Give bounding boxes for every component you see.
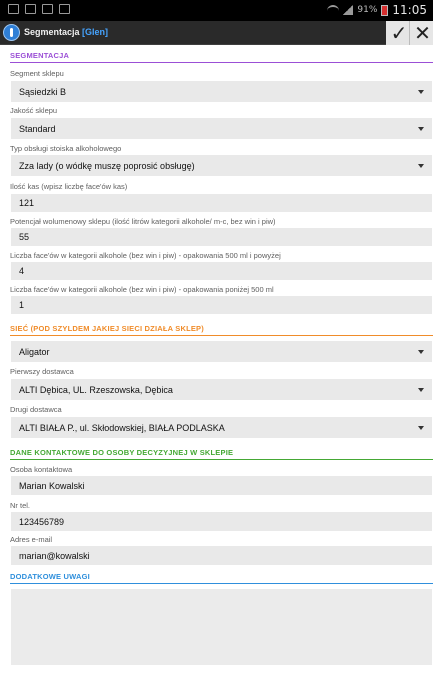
email-input[interactable]: marian@kowalski <box>11 546 432 565</box>
app-logo-icon[interactable] <box>3 24 20 41</box>
quality-value: Standard <box>19 123 56 134</box>
supplier1-value: ALTI Dębica, UL. Rzeszowska, Dębica <box>19 384 173 395</box>
supplier2-value: ALTI BIAŁA P., ul. Skłodowskiej, BIAŁA P… <box>19 422 225 433</box>
cancel-button[interactable]: ✕ <box>409 21 433 45</box>
segment-select[interactable]: Sąsiedzki B <box>11 81 432 102</box>
segment-value: Sąsiedzki B <box>19 86 67 97</box>
dropdown-caret-icon <box>418 164 424 168</box>
volume-potential-label: Potencjał wolumenowy sklepu (ilość litró… <box>10 217 276 226</box>
action-bar: Segmentacja [Glen] ✓ ✕ <box>0 21 433 45</box>
usb-icon <box>8 4 19 14</box>
contact-person-value: Marian Kowalski <box>19 480 85 491</box>
signal-icon <box>343 5 354 15</box>
app-notification-icon <box>59 4 70 14</box>
section-segmentation-divider <box>10 62 433 63</box>
dropdown-caret-icon <box>418 426 424 430</box>
faces-small-label: Liczba face'ów w kategorii alkohole (bez… <box>10 285 274 294</box>
faces-small-value: 1 <box>19 300 25 310</box>
supplier2-label: Drugi dostawca <box>10 405 62 414</box>
alcohol-service-label: Typ obsługi stoiska alkoholowego <box>10 144 122 153</box>
alcohol-service-value: Zza lady (o wódkę muszę poprosić obsługę… <box>19 160 195 171</box>
network-select[interactable]: Aligator <box>11 341 432 362</box>
quality-label: Jakość sklepu <box>10 106 58 115</box>
faces-large-input[interactable]: 4 <box>11 262 432 280</box>
screenshot-icon <box>42 4 53 14</box>
screen-title: Segmentacja [Glen] <box>24 27 108 37</box>
email-label: Adres e-mail <box>10 535 53 544</box>
alcohol-service-select[interactable]: Zza lady (o wódkę muszę poprosić obsługę… <box>11 155 432 176</box>
image-icon <box>25 4 36 14</box>
wifi-icon <box>327 5 340 15</box>
battery-icon <box>381 4 389 16</box>
network-value: Aligator <box>19 346 50 357</box>
close-icon: ✕ <box>414 21 431 45</box>
section-notes-divider <box>10 583 433 584</box>
battery-percent: 91% <box>357 5 378 15</box>
status-bar: 91% 11:05 <box>0 0 433 21</box>
faces-large-label: Liczba face'ów w kategorii alkohole (bez… <box>10 251 281 260</box>
checkouts-input[interactable]: 121 <box>11 194 432 212</box>
email-value: marian@kowalski <box>19 550 90 561</box>
faces-small-input[interactable]: 1 <box>11 296 432 314</box>
quality-select[interactable]: Standard <box>11 118 432 139</box>
notes-textarea[interactable] <box>11 589 432 665</box>
section-network-header: SIEĆ (POD SZYLDEM JAKIEJ SIECI DZIAŁA SK… <box>10 324 204 333</box>
supplier1-label: Pierwszy dostawca <box>10 367 74 376</box>
volume-potential-input[interactable]: 55 <box>11 228 432 246</box>
phone-label: Nr tel. <box>10 501 31 510</box>
check-icon: ✓ <box>390 21 408 45</box>
faces-large-value: 4 <box>19 266 25 276</box>
volume-potential-value: 55 <box>19 232 30 242</box>
user-tag: [Glen] <box>82 27 109 37</box>
contact-person-label: Osoba kontaktowa <box>10 465 73 474</box>
section-network-divider <box>10 335 433 336</box>
segment-label: Segment sklepu <box>10 69 64 78</box>
supplier1-select[interactable]: ALTI Dębica, UL. Rzeszowska, Dębica <box>11 379 432 400</box>
section-contact-header: DANE KONTAKTOWE DO OSOBY DECYZYJNEJ W SK… <box>10 448 234 457</box>
title-text: Segmentacja <box>24 27 80 37</box>
dropdown-caret-icon <box>418 127 424 131</box>
contact-person-input[interactable]: Marian Kowalski <box>11 476 432 495</box>
notification-icons <box>8 4 70 14</box>
phone-input[interactable]: 123456789 <box>11 512 432 531</box>
checkouts-label: Ilość kas (wpisz liczbę face'ów kas) <box>10 182 128 191</box>
section-notes-header: DODATKOWE UWAGI <box>10 572 90 581</box>
section-contact-divider <box>10 459 433 460</box>
system-icons: 91% 11:05 <box>327 3 427 17</box>
dropdown-caret-icon <box>418 388 424 392</box>
dropdown-caret-icon <box>418 90 424 94</box>
checkouts-value: 121 <box>19 198 35 208</box>
dropdown-caret-icon <box>418 350 424 354</box>
clock: 11:05 <box>392 3 427 17</box>
section-segmentation-header: SEGMENTACJA <box>10 51 70 60</box>
phone-value: 123456789 <box>19 516 65 527</box>
supplier2-select[interactable]: ALTI BIAŁA P., ul. Skłodowskiej, BIAŁA P… <box>11 417 432 438</box>
